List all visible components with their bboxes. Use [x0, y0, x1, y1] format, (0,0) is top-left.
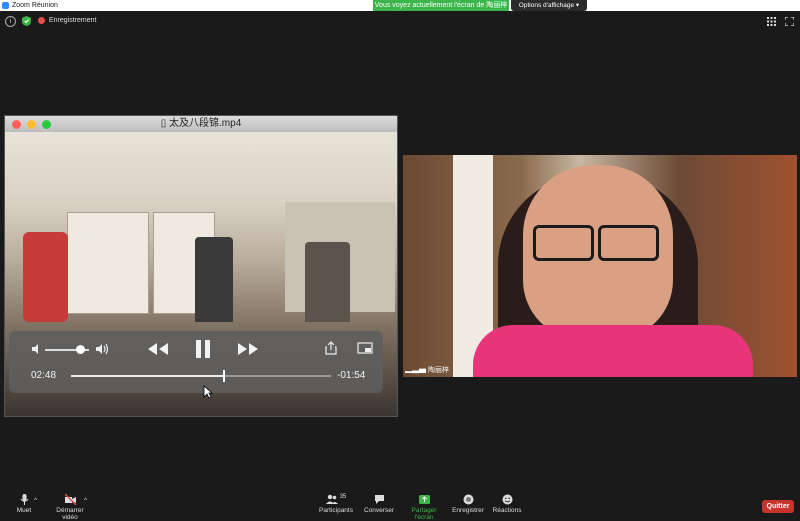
playback-scrubber[interactable]	[223, 370, 226, 382]
view-options-label: Options d'affichage	[518, 2, 575, 9]
participant-video-tile[interactable]: ▂▃▅ 陶丽梓	[403, 155, 797, 377]
video-person	[305, 242, 350, 322]
zoom-logo-icon	[2, 2, 9, 9]
record-button[interactable]: Enregistrer	[452, 494, 484, 514]
chat-icon	[374, 495, 384, 504]
player-title-bar: ▯ 太及八段锦.mp4	[5, 116, 397, 132]
record-icon	[463, 494, 473, 505]
meeting-toolbar: Muet ^ Démarrer vidéo ^ 35 Participants …	[0, 492, 800, 521]
video-off-icon	[64, 494, 76, 505]
recording-icon	[38, 17, 45, 24]
participant-name: 陶丽梓	[427, 367, 449, 374]
reactions-icon	[502, 494, 512, 505]
volume-low-icon[interactable]	[31, 343, 43, 355]
reactions-button[interactable]: Réactions	[492, 494, 522, 514]
video-person-red	[23, 232, 68, 322]
share-icon[interactable]	[325, 341, 337, 355]
participants-icon	[325, 494, 338, 504]
chat-button[interactable]: Converser	[364, 494, 394, 514]
participant-name-label: ▂▃▅ 陶丽梓	[405, 365, 449, 375]
close-window-icon[interactable]	[12, 120, 21, 129]
screen-share-banner: Vous voyez actuellement l'écran de 陶丽梓	[373, 0, 509, 11]
participants-button[interactable]: 35 Participants	[318, 494, 354, 514]
start-video-label: Démarrer vidéo	[56, 507, 84, 521]
playback-progress-fill	[71, 375, 225, 377]
participants-count: 35	[339, 494, 347, 500]
microphone-icon	[20, 494, 28, 505]
rewind-icon[interactable]	[147, 342, 169, 356]
minimize-window-icon[interactable]	[27, 120, 36, 129]
gallery-view-icon[interactable]	[767, 17, 776, 26]
playback-controls: 02:48 -01:54	[9, 331, 383, 393]
share-screen-icon	[418, 495, 430, 504]
participants-label: Participants	[319, 507, 353, 514]
camera-person-glasses	[533, 225, 594, 261]
video-person	[195, 237, 233, 322]
chat-label: Converser	[364, 507, 394, 514]
fullscreen-icon[interactable]	[785, 17, 794, 26]
camera-person-glasses	[598, 225, 659, 261]
signal-strength-icon: ▂▃▅	[405, 367, 426, 374]
video-shelf	[67, 212, 149, 314]
player-filename: 太及八段锦.mp4	[169, 118, 242, 129]
info-icon[interactable]: i	[5, 16, 16, 27]
pause-icon[interactable]	[195, 339, 211, 359]
audio-options-chevron-icon[interactable]: ^	[34, 497, 37, 504]
playback-progress-bar[interactable]	[71, 370, 331, 382]
video-frame[interactable]: 02:48 -01:54	[5, 132, 397, 416]
camera-person-shirt	[473, 325, 753, 377]
shared-media-player-window: ▯ 太及八段锦.mp4 02:48 -01:54	[4, 115, 398, 417]
picture-in-picture-icon[interactable]	[357, 342, 373, 354]
share-screen-label: Partager l'écran	[411, 507, 437, 521]
volume-high-icon[interactable]	[95, 342, 111, 356]
reactions-label: Réactions	[492, 507, 522, 514]
recording-label: Enregistrement	[49, 17, 97, 24]
volume-knob[interactable]	[76, 345, 86, 354]
video-options-chevron-icon[interactable]: ^	[84, 497, 87, 504]
view-options-button[interactable]: Options d'affichage ▾	[511, 0, 587, 11]
file-icon: ▯	[160, 118, 167, 129]
record-label: Enregistrer	[452, 507, 484, 514]
shield-icon[interactable]	[22, 16, 31, 26]
window-title: Zoom Réunion	[12, 2, 58, 9]
remaining-time: -01:54	[337, 370, 366, 381]
leave-meeting-button[interactable]: Quitter	[762, 500, 794, 513]
mute-label: Muet	[16, 507, 32, 514]
maximize-window-icon[interactable]	[42, 120, 51, 129]
elapsed-time: 02:48	[31, 370, 57, 381]
mouse-cursor-icon	[203, 385, 213, 399]
fast-forward-icon[interactable]	[237, 342, 259, 356]
